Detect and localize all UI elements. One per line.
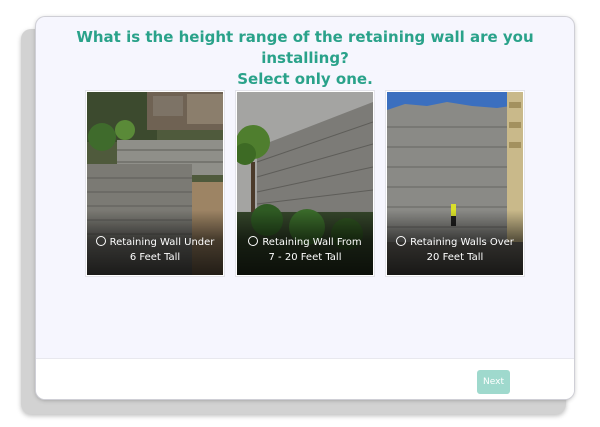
radio-button[interactable] — [396, 236, 407, 246]
option-label-line2: 6 Feet Tall — [129, 252, 181, 263]
option-label: Retaining Walls Over 20 Feet Tall — [390, 235, 520, 265]
option-over-20-feet[interactable]: Retaining Walls Over 20 Feet Tall — [386, 91, 524, 276]
question-text: What is the height range of the retainin… — [76, 28, 534, 67]
option-label-line1: Retaining Wall Under — [109, 237, 215, 248]
option-label-line2: 20 Feet Tall — [426, 252, 484, 263]
option-7-to-20-feet[interactable]: Retaining Wall From 7 - 20 Feet Tall — [236, 91, 374, 276]
survey-card: What is the height range of the retainin… — [36, 17, 574, 399]
option-label-line1: Retaining Walls Over — [410, 237, 514, 248]
question-instruction: Select only one. — [237, 70, 373, 88]
option-label: Retaining Wall From 7 - 20 Feet Tall — [240, 235, 370, 265]
radio-button[interactable] — [248, 236, 259, 246]
next-button[interactable]: Next — [477, 370, 510, 394]
option-under-6-feet[interactable]: Retaining Wall Under 6 Feet Tall — [86, 91, 224, 276]
question-title: What is the height range of the retainin… — [36, 27, 574, 90]
radio-button[interactable] — [95, 236, 106, 246]
card-footer: Next — [36, 358, 574, 399]
option-label: Retaining Wall Under 6 Feet Tall — [90, 235, 220, 265]
option-label-line2: 7 - 20 Feet Tall — [268, 252, 342, 263]
option-label-line1: Retaining Wall From — [262, 237, 362, 248]
